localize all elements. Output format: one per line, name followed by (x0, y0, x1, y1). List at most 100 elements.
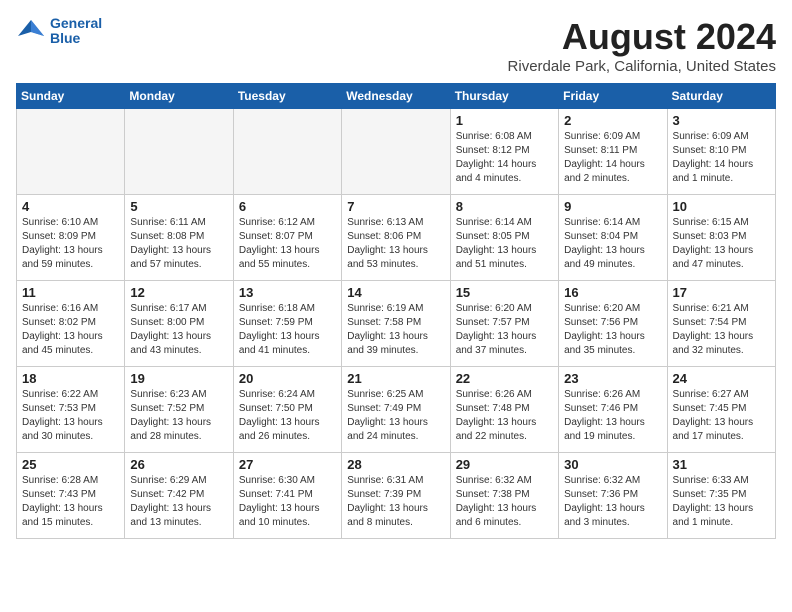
day-number: 21 (347, 371, 444, 386)
day-info: Sunrise: 6:23 AM Sunset: 7:52 PM Dayligh… (130, 388, 227, 444)
day-number: 26 (130, 457, 227, 472)
logo: General Blue (16, 16, 102, 47)
day-info: Sunrise: 6:14 AM Sunset: 8:05 PM Dayligh… (456, 216, 553, 272)
day-number: 15 (456, 285, 553, 300)
day-number: 3 (673, 113, 770, 128)
col-header-tuesday: Tuesday (233, 84, 341, 109)
day-number: 10 (673, 199, 770, 214)
calendar-cell: 13 Sunrise: 6:18 AM Sunset: 7:59 PM Dayli… (233, 281, 341, 367)
logo-line2: Blue (50, 31, 102, 46)
month-title: August 2024 (508, 16, 776, 58)
day-info: Sunrise: 6:27 AM Sunset: 7:45 PM Dayligh… (673, 388, 770, 444)
calendar-cell: 22 Sunrise: 6:26 AM Sunset: 7:48 PM Dayli… (450, 367, 558, 453)
day-number: 7 (347, 199, 444, 214)
day-number: 1 (456, 113, 553, 128)
calendar-cell: 3Sunrise: 6:09 AM Sunset: 8:10 PM Daylig… (667, 109, 775, 195)
day-info: Sunrise: 6:19 AM Sunset: 7:58 PM Dayligh… (347, 302, 444, 358)
calendar-cell (125, 109, 233, 195)
day-info: Sunrise: 6:16 AM Sunset: 8:02 PM Dayligh… (22, 302, 119, 358)
calendar-cell: 20 Sunrise: 6:24 AM Sunset: 7:50 PM Dayli… (233, 367, 341, 453)
day-info: Sunrise: 6:32 AM Sunset: 7:36 PM Dayligh… (564, 474, 661, 530)
logo-text: General Blue (50, 16, 102, 47)
col-header-friday: Friday (559, 84, 667, 109)
day-number: 29 (456, 457, 553, 472)
calendar-cell: 30Sunrise: 6:32 AM Sunset: 7:36 PM Dayli… (559, 453, 667, 539)
location-text: Riverdale Park, California, United State… (508, 58, 776, 75)
calendar-week-2: 4 Sunrise: 6:10 AM Sunset: 8:09 PM Daylig… (17, 195, 776, 281)
day-number: 12 (130, 285, 227, 300)
calendar-cell: 15 Sunrise: 6:20 AM Sunset: 7:57 PM Dayli… (450, 281, 558, 367)
calendar-cell: 17 Sunrise: 6:21 AM Sunset: 7:54 PM Dayli… (667, 281, 775, 367)
day-info: Sunrise: 6:15 AM Sunset: 8:03 PM Dayligh… (673, 216, 770, 272)
day-info: Sunrise: 6:26 AM Sunset: 7:46 PM Dayligh… (564, 388, 661, 444)
day-info: Sunrise: 6:33 AM Sunset: 7:35 PM Dayligh… (673, 474, 770, 530)
calendar-cell: 16Sunrise: 6:20 AM Sunset: 7:56 PM Dayli… (559, 281, 667, 367)
calendar-cell (233, 109, 341, 195)
day-number: 17 (673, 285, 770, 300)
day-number: 14 (347, 285, 444, 300)
calendar-cell: 12 Sunrise: 6:17 AM Sunset: 8:00 PM Dayli… (125, 281, 233, 367)
calendar-cell: 2Sunrise: 6:09 AM Sunset: 8:11 PM Daylig… (559, 109, 667, 195)
day-number: 8 (456, 199, 553, 214)
day-info: Sunrise: 6:29 AM Sunset: 7:42 PM Dayligh… (130, 474, 227, 530)
calendar-table: SundayMondayTuesdayWednesdayThursdayFrid… (16, 83, 776, 539)
calendar-week-4: 18 Sunrise: 6:22 AM Sunset: 7:53 PM Dayli… (17, 367, 776, 453)
calendar-cell: 27Sunrise: 6:30 AM Sunset: 7:41 PM Dayli… (233, 453, 341, 539)
calendar-cell: 6Sunrise: 6:12 AM Sunset: 8:07 PM Daylig… (233, 195, 341, 281)
calendar-cell: 18 Sunrise: 6:22 AM Sunset: 7:53 PM Dayli… (17, 367, 125, 453)
logo-icon (16, 16, 46, 46)
day-number: 4 (22, 199, 119, 214)
day-number: 13 (239, 285, 336, 300)
col-header-saturday: Saturday (667, 84, 775, 109)
day-number: 16 (564, 285, 661, 300)
day-number: 18 (22, 371, 119, 386)
calendar-cell: 21 Sunrise: 6:25 AM Sunset: 7:49 PM Dayli… (342, 367, 450, 453)
day-info: Sunrise: 6:21 AM Sunset: 7:54 PM Dayligh… (673, 302, 770, 358)
day-info: Sunrise: 6:24 AM Sunset: 7:50 PM Dayligh… (239, 388, 336, 444)
calendar-cell: 11 Sunrise: 6:16 AM Sunset: 8:02 PM Dayli… (17, 281, 125, 367)
day-number: 22 (456, 371, 553, 386)
col-header-wednesday: Wednesday (342, 84, 450, 109)
logo-line1: General (50, 16, 102, 31)
calendar-cell (17, 109, 125, 195)
day-number: 25 (22, 457, 119, 472)
day-info: Sunrise: 6:26 AM Sunset: 7:48 PM Dayligh… (456, 388, 553, 444)
day-info: Sunrise: 6:31 AM Sunset: 7:39 PM Dayligh… (347, 474, 444, 530)
day-info: Sunrise: 6:28 AM Sunset: 7:43 PM Dayligh… (22, 474, 119, 530)
page-header: General Blue August 2024 Riverdale Park,… (16, 16, 776, 75)
day-info: Sunrise: 6:09 AM Sunset: 8:11 PM Dayligh… (564, 130, 661, 186)
calendar-week-1: 1 Sunrise: 6:08 AM Sunset: 8:12 PM Daylig… (17, 109, 776, 195)
day-info: Sunrise: 6:13 AM Sunset: 8:06 PM Dayligh… (347, 216, 444, 272)
day-info: Sunrise: 6:32 AM Sunset: 7:38 PM Dayligh… (456, 474, 553, 530)
day-info: Sunrise: 6:20 AM Sunset: 7:57 PM Dayligh… (456, 302, 553, 358)
col-header-sunday: Sunday (17, 84, 125, 109)
calendar-cell: 14 Sunrise: 6:19 AM Sunset: 7:58 PM Dayli… (342, 281, 450, 367)
day-number: 19 (130, 371, 227, 386)
calendar-cell (342, 109, 450, 195)
day-number: 20 (239, 371, 336, 386)
day-info: Sunrise: 6:18 AM Sunset: 7:59 PM Dayligh… (239, 302, 336, 358)
day-info: Sunrise: 6:17 AM Sunset: 8:00 PM Dayligh… (130, 302, 227, 358)
day-info: Sunrise: 6:14 AM Sunset: 8:04 PM Dayligh… (564, 216, 661, 272)
calendar-cell: 28Sunrise: 6:31 AM Sunset: 7:39 PM Dayli… (342, 453, 450, 539)
day-number: 24 (673, 371, 770, 386)
day-number: 23 (564, 371, 661, 386)
col-header-thursday: Thursday (450, 84, 558, 109)
calendar-cell: 24 Sunrise: 6:27 AM Sunset: 7:45 PM Dayli… (667, 367, 775, 453)
calendar-cell: 31Sunrise: 6:33 AM Sunset: 7:35 PM Dayli… (667, 453, 775, 539)
calendar-cell: 25 Sunrise: 6:28 AM Sunset: 7:43 PM Dayli… (17, 453, 125, 539)
calendar-cell: 8 Sunrise: 6:14 AM Sunset: 8:05 PM Daylig… (450, 195, 558, 281)
day-number: 27 (239, 457, 336, 472)
calendar-cell: 10 Sunrise: 6:15 AM Sunset: 8:03 PM Dayli… (667, 195, 775, 281)
day-info: Sunrise: 6:25 AM Sunset: 7:49 PM Dayligh… (347, 388, 444, 444)
day-number: 5 (130, 199, 227, 214)
day-number: 11 (22, 285, 119, 300)
day-info: Sunrise: 6:22 AM Sunset: 7:53 PM Dayligh… (22, 388, 119, 444)
day-info: Sunrise: 6:08 AM Sunset: 8:12 PM Dayligh… (456, 130, 553, 186)
day-number: 6 (239, 199, 336, 214)
title-block: August 2024 Riverdale Park, California, … (508, 16, 776, 75)
day-info: Sunrise: 6:10 AM Sunset: 8:09 PM Dayligh… (22, 216, 119, 272)
day-number: 9 (564, 199, 661, 214)
calendar-cell: 1 Sunrise: 6:08 AM Sunset: 8:12 PM Daylig… (450, 109, 558, 195)
calendar-week-3: 11 Sunrise: 6:16 AM Sunset: 8:02 PM Dayli… (17, 281, 776, 367)
